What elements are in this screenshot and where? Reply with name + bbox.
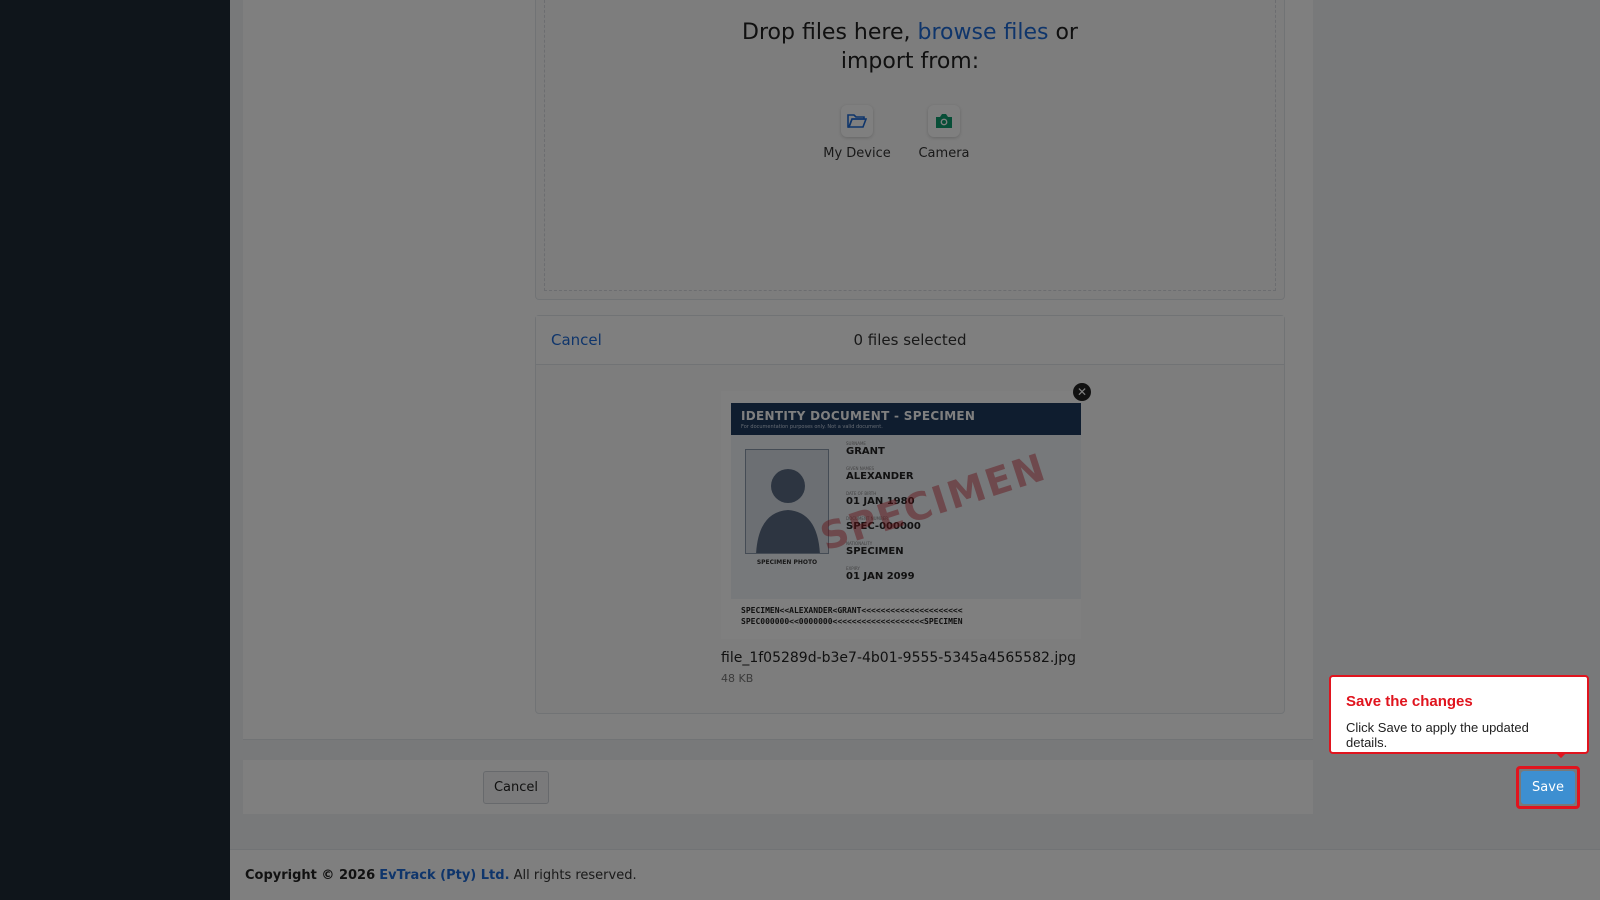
selected-files-panel: Cancel 0 files selected IDENTITY DOCUMEN…: [535, 315, 1285, 714]
id-subtitle: For documentation purposes only. Not a v…: [741, 424, 883, 430]
file-drop-zone[interactable]: Drop files here, browse files or import …: [535, 0, 1285, 300]
browse-files-link[interactable]: browse files: [918, 20, 1049, 45]
source-label: Camera: [918, 146, 970, 161]
source-my-device[interactable]: My Device: [817, 105, 897, 161]
photo-caption: SPECIMEN PHOTO: [756, 559, 818, 566]
files-selected-count: 0 files selected: [853, 331, 967, 349]
drop-text-prefix: Drop files here,: [742, 20, 911, 45]
file-thumbnail[interactable]: IDENTITY DOCUMENT - SPECIMEN For documen…: [721, 391, 1081, 639]
tooltip-description: Click Save to apply the updated details.: [1346, 720, 1529, 750]
id-document-preview: IDENTITY DOCUMENT - SPECIMEN For documen…: [731, 403, 1081, 638]
source-camera[interactable]: Camera: [904, 105, 984, 161]
camera-icon: [928, 105, 960, 137]
company-link[interactable]: EvTrack (Pty) Ltd.: [379, 868, 509, 883]
save-button[interactable]: Save: [1521, 771, 1575, 804]
tooltip-title: Save the changes: [1346, 693, 1473, 710]
rights-text: All rights reserved.: [513, 868, 637, 883]
footer: Copyright © 2026 EvTrack (Pty) Ltd. All …: [230, 849, 1600, 900]
files-panel-header: Cancel 0 files selected: [536, 316, 1284, 365]
id-header: IDENTITY DOCUMENT - SPECIMEN For documen…: [731, 403, 1081, 435]
id-body: SPECIMEN PHOTO Surname GRANT Given names A…: [731, 435, 1081, 599]
tour-tooltip: Save the changes Click Save to apply the…: [1329, 675, 1589, 754]
sidebar: [0, 0, 230, 900]
id-field: Surname GRANT: [846, 441, 885, 457]
copyright-text: Copyright © 2026: [245, 868, 376, 883]
id-title: IDENTITY DOCUMENT - SPECIMEN: [741, 409, 976, 423]
folder-open-icon: [841, 105, 873, 137]
person-silhouette-icon: [745, 449, 829, 554]
mrz-line: SPECIMEN<<ALEXANDER<GRANT<<<<<<<<<<<<<<<…: [741, 606, 963, 615]
remove-file-icon[interactable]: ✕: [1073, 383, 1091, 401]
drop-instructions: Drop files here, browse files or import …: [545, 18, 1275, 76]
mrz-line: SPEC000000<<0000000<<<<<<<<<<<<<<<<<<<SP…: [741, 617, 963, 626]
source-label: My Device: [823, 146, 891, 161]
id-field: Given names ALEXANDER: [846, 466, 914, 482]
cancel-button[interactable]: Cancel: [483, 771, 549, 804]
id-field: Expiry 01 JAN 2099: [846, 566, 915, 582]
file-size: 48 KB: [721, 672, 754, 685]
file-name: file_1f05289d-b3e7-4b01-9555-5345a456558…: [721, 650, 1077, 666]
drop-zone-inner: Drop files here, browse files or import …: [544, 0, 1276, 291]
form-action-bar: [243, 760, 1313, 814]
id-mrz: SPECIMEN<<ALEXANDER<GRANT<<<<<<<<<<<<<<<…: [731, 599, 1081, 627]
